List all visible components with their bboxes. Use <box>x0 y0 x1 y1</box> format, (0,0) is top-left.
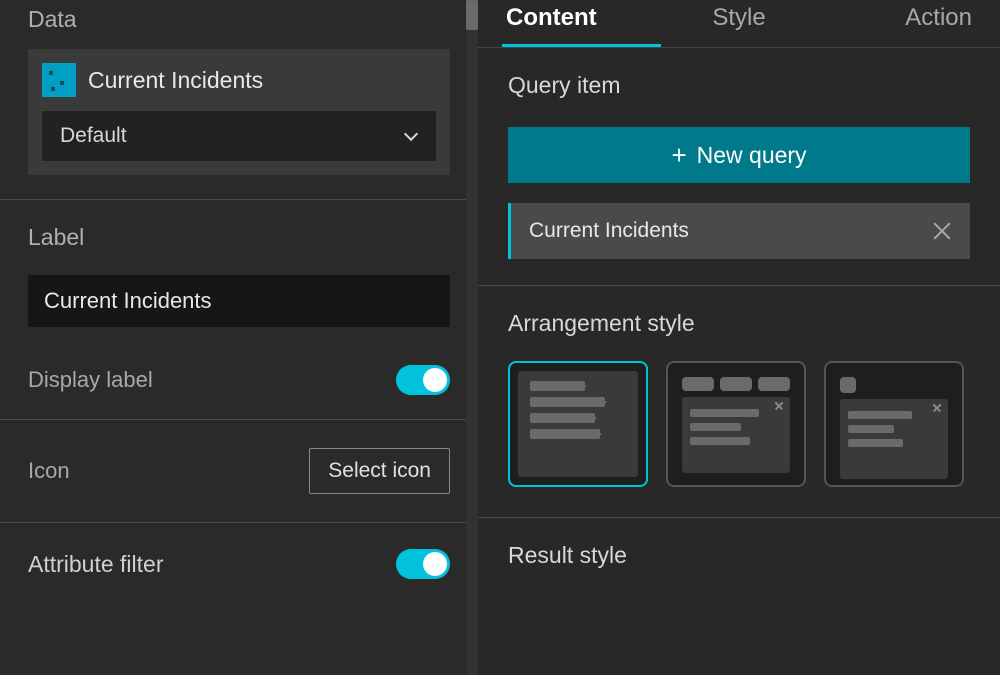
new-query-button[interactable]: + New query <box>508 127 970 183</box>
arrangement-option-list[interactable] <box>508 361 648 487</box>
chevron-down-icon <box>404 129 418 143</box>
scrollbar-thumb[interactable] <box>466 0 478 30</box>
label-heading: Label <box>28 224 450 251</box>
display-label-text: Display label <box>28 367 153 393</box>
close-icon[interactable] <box>932 221 952 241</box>
label-input[interactable]: Current Incidents <box>28 275 450 327</box>
attribute-filter-toggle[interactable] <box>396 549 450 579</box>
arrangement-option-tabs[interactable] <box>666 361 806 487</box>
data-source-block: Current Incidents Default <box>28 49 450 175</box>
right-panel: Content Style Action Query item + New qu… <box>478 0 1000 675</box>
view-select[interactable]: Default <box>42 111 436 161</box>
point-layer-icon <box>42 63 76 97</box>
label-input-value: Current Incidents <box>44 288 212 314</box>
query-item-name: Current Incidents <box>529 219 689 243</box>
arrangement-options <box>508 361 970 487</box>
tabs: Content Style Action <box>478 0 1000 48</box>
icon-label: Icon <box>28 458 70 484</box>
result-style-heading: Result style <box>508 542 970 569</box>
arrangement-section: Arrangement style <box>478 286 1000 517</box>
data-section: Data Current Incidents Default <box>0 0 478 199</box>
arrangement-option-icon[interactable] <box>824 361 964 487</box>
left-panel: Data Current Incidents Default Label Cur… <box>0 0 478 675</box>
select-icon-button[interactable]: Select icon <box>309 448 450 494</box>
icon-section: Icon Select icon <box>0 420 478 522</box>
tab-style[interactable]: Style <box>661 4 816 47</box>
tab-action[interactable]: Action <box>817 4 976 47</box>
attribute-filter-section: Attribute filter <box>0 523 478 603</box>
query-item[interactable]: Current Incidents <box>508 203 970 259</box>
label-section: Label Current Incidents Display label <box>0 200 478 419</box>
data-heading: Data <box>28 0 450 49</box>
tab-content[interactable]: Content <box>502 4 661 47</box>
query-item-section: Query item + New query Current Incidents <box>478 48 1000 285</box>
view-select-value: Default <box>60 124 127 148</box>
display-label-toggle[interactable] <box>396 365 450 395</box>
display-label-row: Display label <box>28 351 450 419</box>
result-style-section: Result style <box>478 518 1000 597</box>
scrollbar[interactable] <box>466 0 478 675</box>
plus-icon: + <box>671 142 686 168</box>
layer-name: Current Incidents <box>88 67 263 94</box>
layer-row[interactable]: Current Incidents <box>42 63 436 97</box>
attribute-filter-label: Attribute filter <box>28 551 164 578</box>
query-item-heading: Query item <box>508 72 970 99</box>
arrangement-heading: Arrangement style <box>508 310 970 337</box>
new-query-label: New query <box>697 142 807 169</box>
